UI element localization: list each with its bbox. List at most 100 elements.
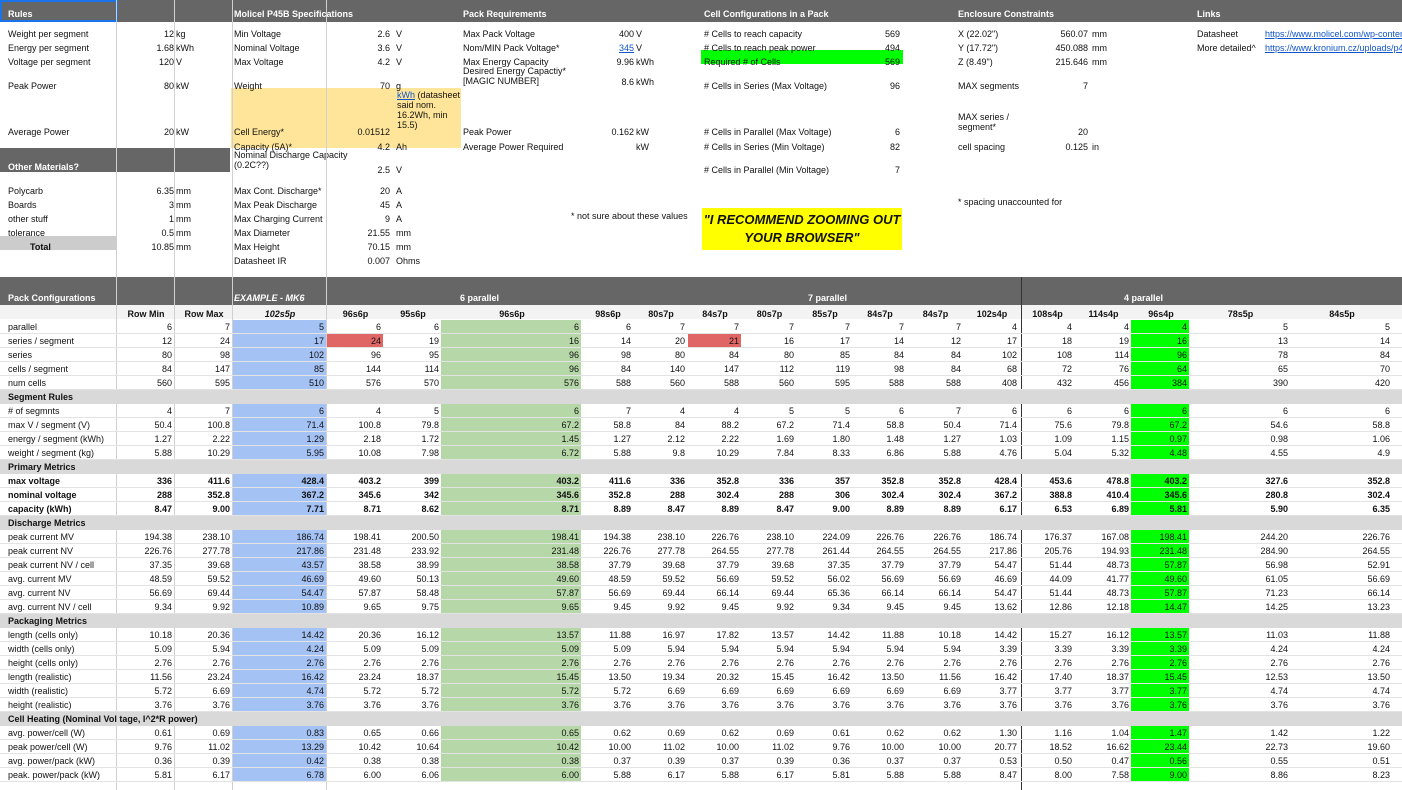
data-cell: 420 (1374, 378, 1390, 388)
row-label: avg. power/pack (kW) (8, 756, 96, 766)
data-cell: 336 (778, 476, 794, 486)
data-cell: 114 (424, 364, 439, 374)
data-cell: 2.76 (943, 658, 961, 668)
data-cell: 56.69 (938, 574, 961, 584)
row-line (0, 501, 1402, 502)
other-unit: mm (176, 242, 191, 252)
data-cell: 57.87 (358, 588, 381, 598)
link-url[interactable]: https://www.kronium.cz/uploads/p4 (1265, 42, 1402, 54)
column-header: 84s7p (922, 309, 949, 319)
data-cell: 17 (1006, 336, 1017, 346)
data-cell: 11.02 (663, 742, 685, 752)
data-cell: 238.10 (202, 532, 230, 542)
data-cell: 84 (893, 350, 904, 360)
data-cell: 570 (423, 378, 439, 388)
data-cell: 6.69 (943, 686, 961, 696)
data-cell: 198.41 (551, 532, 579, 542)
data-cell: 56.69 (608, 588, 631, 598)
data-cell: 306 (834, 490, 850, 500)
link-label: Datasheet (1197, 29, 1239, 39)
data-cell: 71.4 (999, 420, 1017, 430)
data-cell: 5.90 (1270, 504, 1288, 514)
data-cell: 14.42 (994, 630, 1017, 640)
column-header: 98s6p (595, 309, 621, 319)
data-cell: 67.2 (1169, 420, 1187, 430)
enclosure-unit (1092, 80, 1132, 92)
data-cell: 100.8 (358, 420, 381, 430)
data-cell: 595 (834, 378, 850, 388)
data-cell: 510 (308, 378, 324, 388)
data-cell: 1.29 (306, 434, 324, 444)
data-cell: 12.18 (1106, 602, 1129, 612)
data-cell: 20.32 (716, 672, 739, 682)
molicel-unit: Ohms (396, 256, 421, 266)
link-label: More detailed^ (1197, 43, 1256, 53)
data-cell: 576 (563, 378, 579, 388)
data-cell: 352.8 (716, 476, 739, 486)
data-cell: 231.48 (551, 546, 579, 556)
column-header: 80s7p (648, 309, 674, 319)
data-cell: 224.09 (822, 532, 850, 542)
data-cell: 19.60 (1367, 742, 1390, 752)
data-cell: 8.62 (421, 504, 439, 514)
data-cell: 14 (893, 336, 904, 346)
data-cell: 59.52 (662, 574, 685, 584)
data-cell: 5 (433, 406, 439, 416)
data-cell: 4 (1123, 322, 1129, 332)
data-cell: 9.75 (421, 602, 439, 612)
data-cell: 10.18 (149, 630, 172, 640)
data-cell: 264.55 (711, 546, 739, 556)
data-cell: 12 (950, 336, 961, 346)
data-cell: 5.72 (421, 686, 439, 696)
data-cell: 9.34 (154, 602, 172, 612)
column-header: 95s6p (400, 309, 426, 319)
data-cell: 5.94 (667, 644, 685, 654)
data-cell: 1.27 (154, 434, 172, 444)
enclosure-note: * spacing unaccounted for (958, 197, 1063, 207)
enclosure-value: 0.125 (1065, 142, 1088, 152)
row-line (0, 431, 1402, 432)
data-cell: 399 (423, 476, 439, 486)
data-cell: 4 (679, 406, 685, 416)
cell-energy-unit: kWh (datasheet said nom. 16.2Wh, min 15.… (397, 90, 461, 130)
data-cell: 84 (620, 364, 631, 374)
data-cell: 336 (156, 476, 172, 486)
data-cell: 14 (620, 336, 631, 346)
data-cell: 37.79 (881, 560, 904, 570)
data-cell: 112 (779, 364, 794, 374)
data-cell: 233.92 (411, 546, 439, 556)
data-cell: 48.59 (608, 574, 631, 584)
data-cell: 4.24 (1270, 644, 1288, 654)
data-cell: 6.69 (832, 686, 850, 696)
data-cell: 411.6 (207, 476, 230, 486)
data-cell: 6.06 (421, 770, 439, 780)
data-cell: 7 (679, 322, 685, 332)
row-label: cells / segment (8, 364, 69, 374)
data-cell: 65.36 (827, 588, 850, 598)
data-cell: 37.79 (938, 560, 961, 570)
data-cell: 2.76 (832, 658, 850, 668)
data-cell: 5.09 (613, 644, 631, 654)
data-cell: 352.8 (608, 490, 631, 500)
data-cell: 288 (778, 490, 794, 500)
selected-cell[interactable] (0, 0, 118, 22)
data-cell: 261.44 (822, 546, 850, 556)
rules-value: 12 (163, 29, 174, 39)
data-cell: 352.8 (1367, 476, 1390, 486)
data-cell: 0.62 (721, 728, 739, 738)
data-cell: 85 (313, 364, 324, 374)
data-cell: 0.98 (1270, 434, 1288, 444)
data-cell: 0.37 (886, 756, 904, 766)
data-cell: 9.00 (212, 504, 230, 514)
data-cell: 0.69 (776, 728, 794, 738)
molicel-value: 9 (384, 214, 390, 224)
link-url[interactable]: https://www.molicel.com/wp-conten (1265, 28, 1402, 40)
data-cell: 3.76 (1054, 700, 1072, 710)
molicel-unit: mm (396, 242, 411, 252)
data-cell: 5.81 (154, 770, 172, 780)
data-cell: 231.48 (353, 546, 381, 556)
data-cell: 21 (728, 336, 739, 346)
row-label: nominal voltage (8, 490, 77, 500)
data-cell: 478.8 (1106, 476, 1129, 486)
data-cell: 3.77 (1169, 686, 1187, 696)
